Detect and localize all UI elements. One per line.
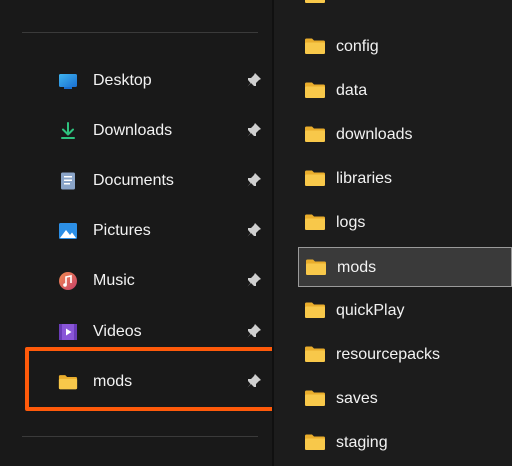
folder-icon	[305, 390, 325, 406]
quick-access-item-downloads[interactable]: Downloads	[20, 109, 270, 153]
pin-icon[interactable]	[246, 222, 262, 238]
folder-icon	[305, 82, 325, 98]
pictures-icon	[59, 223, 77, 239]
pin-icon[interactable]	[246, 323, 262, 339]
folder-label: data	[336, 82, 368, 99]
pin-icon[interactable]	[246, 272, 262, 288]
folder-item-config[interactable]: config	[298, 27, 512, 67]
folder-label: config	[336, 38, 379, 55]
folder-label: resourcepacks	[336, 346, 441, 363]
folder-label: bin	[336, 0, 357, 6]
document-icon	[61, 172, 75, 190]
nav-divider	[22, 436, 258, 437]
folder-icon	[305, 170, 325, 186]
quick-access-label: Pictures	[93, 222, 151, 239]
folder-icon	[305, 0, 325, 3]
folder-item-data[interactable]: data	[298, 71, 512, 111]
folder-item-mods[interactable]: mods	[298, 247, 512, 287]
folder-item-logs[interactable]: logs	[298, 203, 512, 243]
quick-access-label: Downloads	[93, 122, 173, 139]
folder-icon	[305, 126, 325, 142]
file-explorer-window: Desktop Downloads Documents Pictures Mus…	[0, 0, 512, 466]
desktop-icon	[59, 74, 77, 89]
highlight-annotation-box	[25, 347, 281, 411]
folder-icon	[305, 214, 325, 230]
folder-icon	[305, 302, 325, 318]
pin-icon[interactable]	[246, 122, 262, 138]
folder-item-staging[interactable]: staging	[298, 423, 512, 463]
folder-icon	[305, 434, 325, 450]
folder-label: staging	[336, 434, 388, 451]
quick-access-label: Documents	[93, 172, 174, 189]
folder-label: saves	[336, 390, 378, 407]
folder-label: libraries	[336, 170, 393, 187]
navigation-pane: Desktop Downloads Documents Pictures Mus…	[0, 0, 281, 466]
quick-access-item-documents[interactable]: Documents	[20, 159, 270, 203]
quick-access-item-pictures[interactable]: Pictures	[20, 209, 270, 253]
folder-label: downloads	[336, 126, 413, 143]
folder-item-saves[interactable]: saves	[298, 379, 512, 419]
videos-icon	[59, 324, 77, 340]
quick-access-item-music[interactable]: Music	[20, 259, 270, 303]
folder-icon	[306, 259, 326, 275]
folder-label: logs	[336, 214, 366, 231]
folder-item-resourcepacks[interactable]: resourcepacks	[298, 335, 512, 375]
folder-item-quickplay[interactable]: quickPlay	[298, 291, 512, 331]
folder-label: quickPlay	[336, 302, 405, 319]
pin-icon[interactable]	[246, 172, 262, 188]
quick-access-label: Desktop	[93, 72, 152, 89]
quick-access-label: Music	[93, 272, 135, 289]
folder-item-downloads[interactable]: downloads	[298, 115, 512, 155]
quick-access-label: Videos	[93, 323, 142, 340]
download-icon	[61, 122, 75, 139]
folder-icon	[305, 346, 325, 362]
folder-icon	[305, 38, 325, 54]
nav-divider	[22, 32, 258, 33]
folder-item-libraries[interactable]: libraries	[298, 159, 512, 199]
quick-access-item-desktop[interactable]: Desktop	[20, 59, 270, 103]
folder-content-pane: bin config data downloads	[274, 0, 512, 466]
folder-label: mods	[337, 259, 377, 276]
pin-icon[interactable]	[246, 72, 262, 88]
folder-item-bin[interactable]: bin	[298, 0, 512, 16]
music-icon	[59, 272, 77, 290]
